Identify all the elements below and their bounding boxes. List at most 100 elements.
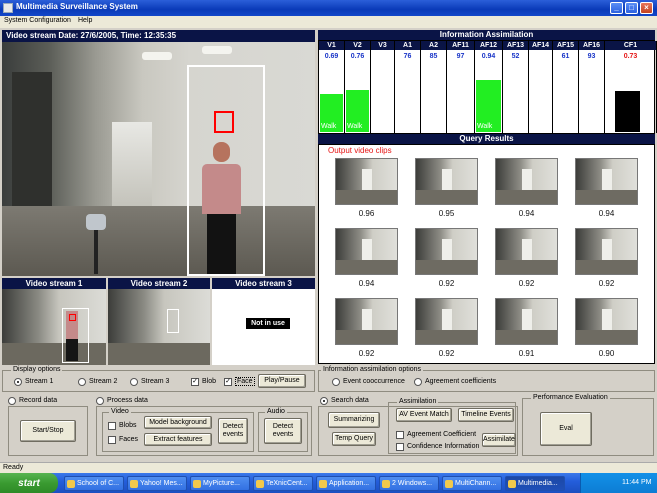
app-icon — [508, 480, 516, 488]
assim-column-header: AF16 — [579, 41, 604, 50]
result-clip-thumbnail[interactable] — [335, 228, 398, 275]
detect-events-audio-button[interactable]: Detect events — [264, 418, 302, 444]
checkbox-agreement-coefficient[interactable] — [396, 431, 404, 439]
taskbar-item[interactable]: 2 Windows... — [379, 476, 439, 491]
radio-stream-2[interactable] — [78, 378, 86, 386]
taskbar-item[interactable]: School of C... — [64, 476, 124, 491]
radio-event-cooccurrence-label: Event cooccurrence — [343, 378, 405, 385]
checkbox-face[interactable]: ✓ — [224, 378, 232, 386]
temp-query-button[interactable]: Temp Query — [332, 432, 376, 446]
result-clip-thumbnail[interactable] — [335, 158, 398, 205]
radio-search-data[interactable] — [320, 397, 328, 405]
taskbar-item-label: School of C... — [77, 480, 120, 487]
radio-process-data-label: Process data — [107, 397, 148, 404]
result-clip-thumbnail[interactable] — [495, 228, 558, 275]
assimilation-bars-panel: V1 0.69 Walk V2 0.76 Walk V3 A1 76 A2 85 AF11 97 AF12… — [318, 40, 657, 134]
clock: 11:44 PM — [622, 479, 652, 486]
result-clip-score: 0.91 — [518, 349, 535, 358]
checkbox-blob-label: Blob — [202, 378, 217, 385]
model-background-button[interactable]: Model background — [144, 416, 212, 429]
timeline-events-button[interactable]: Timeline Events — [458, 408, 514, 422]
app-icon — [319, 480, 327, 488]
assim-column-v3: V3 — [371, 41, 395, 133]
radio-stream-3-label: Stream 3 — [141, 378, 170, 385]
radio-search-data-label: Search data — [331, 397, 369, 404]
assim-column-header: A2 — [421, 41, 446, 50]
assim-column-value: 0.76 — [350, 53, 365, 60]
checkbox-blob[interactable]: ✓ — [191, 378, 199, 386]
video-group-label: Video — [109, 408, 131, 415]
taskbar-item-label: TeXnicCent... — [266, 480, 308, 487]
result-clip-thumbnail[interactable] — [495, 158, 558, 205]
assim-column-header: AF14 — [529, 41, 552, 50]
taskbar-item[interactable]: TeXnicCent... — [253, 476, 313, 491]
checkbox-blobs-label: Blobs — [119, 422, 137, 429]
taskbar-item[interactable]: Yahoo! Mes... — [127, 476, 187, 491]
taskbar-item[interactable]: Multimedia... — [505, 476, 565, 491]
checkbox-faces[interactable] — [108, 436, 116, 444]
radio-agreement-coefficients[interactable] — [414, 378, 422, 386]
result-clip-score: 0.95 — [438, 209, 455, 218]
radio-event-cooccurrence[interactable] — [332, 378, 340, 386]
result-clip-thumbnail[interactable] — [415, 228, 478, 275]
taskbar-item-label: Multimedia... — [518, 480, 558, 487]
window-title: Multimedia Surveillance System — [16, 2, 138, 11]
stream2-view[interactable] — [108, 289, 210, 365]
assim-column-header: A1 — [395, 41, 420, 50]
start-stop-button[interactable]: Start/Stop — [20, 420, 76, 442]
assim-column-value: 0.94 — [481, 53, 496, 60]
assim-column-header: V2 — [345, 41, 370, 50]
detect-events-video-button[interactable]: Detect events — [218, 418, 248, 444]
result-clip-thumbnail[interactable] — [335, 298, 398, 345]
taskbar-item[interactable]: Application... — [316, 476, 376, 491]
app-icon — [193, 480, 201, 488]
assim-column-value: 52 — [511, 53, 520, 60]
assim-bar-label: Walk — [321, 123, 337, 130]
result-clip-thumbnail[interactable] — [575, 298, 638, 345]
not-in-use-label: Not in use — [246, 318, 290, 329]
menu-system-configuration[interactable]: System Configuration — [4, 17, 71, 24]
stream1-header: Video stream 1 — [2, 278, 106, 289]
summarizing-button[interactable]: Summarizing — [328, 412, 380, 428]
play-pause-button[interactable]: Play/Pause — [258, 374, 306, 388]
menu-help[interactable]: Help — [78, 17, 92, 24]
checkbox-blobs[interactable] — [108, 422, 116, 430]
result-clip-thumbnail[interactable] — [495, 298, 558, 345]
stream1-view[interactable] — [2, 289, 106, 365]
radio-stream-3[interactable] — [130, 378, 138, 386]
result-clip-score: 0.90 — [598, 349, 615, 358]
result-clip-score: 0.92 — [598, 279, 615, 288]
assim-column-v2: V2 0.76 Walk — [345, 41, 371, 133]
video-datetime: Video stream Date: 27/6/2005, Time: 12:3… — [6, 31, 177, 40]
close-button[interactable]: × — [640, 2, 653, 14]
checkbox-confidence-information[interactable] — [396, 443, 404, 451]
maximize-button[interactable]: □ — [625, 2, 638, 14]
av-event-match-button[interactable]: AV Event Match — [396, 408, 452, 422]
stream3-header: Video stream 3 — [212, 278, 315, 289]
status-text: Ready — [3, 464, 24, 471]
taskbar-item[interactable]: MultiChann... — [442, 476, 502, 491]
assim-column-header: AF13 — [503, 41, 528, 50]
minimize-button[interactable]: _ — [610, 2, 623, 14]
assimilate-button[interactable]: Assimilate — [482, 433, 516, 447]
result-clip-score: 0.92 — [358, 349, 375, 358]
radio-stream-1[interactable] — [14, 378, 22, 386]
taskbar-item-label: MyPicture... — [203, 480, 240, 487]
extract-features-button[interactable]: Extract features — [144, 433, 212, 446]
result-clip-thumbnail[interactable] — [415, 298, 478, 345]
assim-bar — [615, 91, 640, 132]
video-header: Video stream Date: 27/6/2005, Time: 12:3… — [2, 30, 315, 42]
eval-button[interactable]: Eval — [540, 412, 592, 446]
taskbar-item[interactable]: MyPicture... — [190, 476, 250, 491]
assim-column-af12: AF12 0.94 Walk — [475, 41, 503, 133]
start-button[interactable]: start — [0, 473, 58, 493]
result-clip-thumbnail[interactable] — [575, 158, 638, 205]
radio-record-data[interactable] — [8, 397, 16, 405]
assim-column-v1: V1 0.69 Walk — [319, 41, 345, 133]
result-clip-thumbnail[interactable] — [575, 228, 638, 275]
radio-process-data[interactable] — [96, 397, 104, 405]
checkbox-confidence-information-label: Confidence Information — [407, 443, 480, 450]
stream2-header: Video stream 2 — [108, 278, 210, 289]
result-clip-thumbnail[interactable] — [415, 158, 478, 205]
checkbox-agreement-coefficient-label: Agreement Coefficient — [407, 431, 477, 438]
